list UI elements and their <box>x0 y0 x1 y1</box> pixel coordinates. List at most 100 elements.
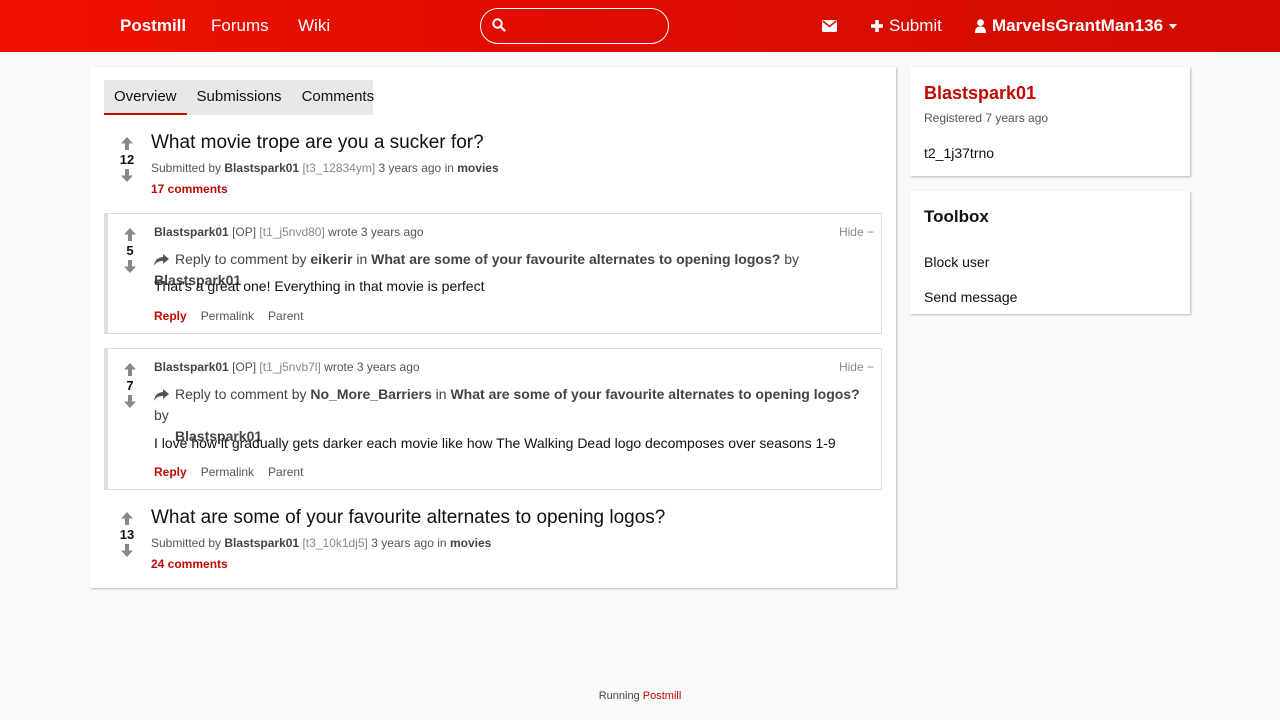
toolbox-card: Toolbox Block user Send message <box>910 191 1190 314</box>
registered-text: Registered 7 years ago <box>924 111 1049 125</box>
toolbox-title: Toolbox <box>924 207 989 226</box>
comments-link[interactable]: 24 comments <box>151 557 228 571</box>
op-badge: [OP] <box>232 360 257 374</box>
vote-widget: 5 <box>118 228 142 273</box>
vote-widget: 12 <box>115 137 139 182</box>
profile-tabs: Overview Submissions Comments <box>104 80 374 115</box>
caret-down-icon <box>1169 23 1178 29</box>
comment-header: Blastspark01 [OP] [t1_j5nvd80] wrote 3 y… <box>154 225 424 239</box>
comment-body: I love how it gradually gets darker each… <box>154 435 836 451</box>
search-icon <box>492 18 506 32</box>
downvote-arrow-icon[interactable] <box>124 395 136 408</box>
in-label: in <box>437 536 447 550</box>
score: 7 <box>126 378 134 393</box>
reply-prefix: Reply to comment by <box>175 386 307 402</box>
parent-link[interactable]: Parent <box>268 465 303 479</box>
by-label: by <box>154 407 169 423</box>
brand-link[interactable]: Postmill <box>120 16 186 36</box>
submission-meta: Submitted by Blastspark01 [t3_10k1dj5] 3… <box>151 536 491 550</box>
comment-id: [t1_j5nvd80] <box>259 225 325 239</box>
timestamp: wrote 3 years ago <box>324 360 420 374</box>
share-arrow-icon <box>154 389 169 401</box>
downvote-arrow-icon[interactable] <box>121 544 133 557</box>
post-title-link[interactable]: What are some of your favourite alternat… <box>371 251 780 267</box>
tab-comments[interactable]: Comments <box>292 80 385 115</box>
user-icon <box>975 19 986 33</box>
search-input[interactable] <box>513 15 663 37</box>
upvote-arrow-icon[interactable] <box>121 137 133 150</box>
plus-icon <box>871 20 883 32</box>
score: 13 <box>119 527 135 542</box>
comment-body: That’s a great one! Everything in that m… <box>154 278 485 294</box>
comment-header: Blastspark01 [OP] [t1_j5nvb7l] wrote 3 y… <box>154 360 420 374</box>
post-title-link[interactable]: What are some of your favourite alternat… <box>450 386 859 402</box>
score: 5 <box>126 243 134 258</box>
in-label: in <box>435 386 447 402</box>
author-link[interactable]: Blastspark01 <box>224 161 299 175</box>
send-message-link[interactable]: Send message <box>924 289 1017 305</box>
submission-id: [t3_10k1dj5] <box>302 536 368 550</box>
author-link[interactable]: Blastspark01 <box>154 360 229 374</box>
timestamp: wrote 3 years ago <box>328 225 424 239</box>
sidebar-username-link[interactable]: Blastspark01 <box>924 83 1036 104</box>
top-navbar: Postmill Forums Wiki Submit MarvelsGrant… <box>0 0 1280 52</box>
vote-widget: 13 <box>115 512 139 557</box>
by-label: by <box>784 251 799 267</box>
reply-button[interactable]: Reply <box>154 309 187 323</box>
replied-user-link[interactable]: No_More_Barriers <box>310 386 431 402</box>
downvote-arrow-icon[interactable] <box>124 260 136 273</box>
comment-actions: Reply Permalink Parent <box>154 309 303 323</box>
forum-link[interactable]: movies <box>457 161 498 175</box>
user-overview-panel: Overview Submissions Comments 12 What mo… <box>90 67 896 588</box>
submitted-by-label: Submitted by <box>151 161 222 175</box>
author-link[interactable]: Blastspark01 <box>154 225 229 239</box>
hide-comment-link[interactable]: Hide − <box>839 225 874 239</box>
parent-link[interactable]: Parent <box>268 309 303 323</box>
submission-title[interactable]: What are some of your favourite alternat… <box>151 507 665 529</box>
tab-submissions[interactable]: Submissions <box>187 80 292 115</box>
permalink-link[interactable]: Permalink <box>201 309 254 323</box>
submit-label: Submit <box>889 16 942 35</box>
vote-widget: 7 <box>118 363 142 408</box>
score: 12 <box>119 152 135 167</box>
submission-title[interactable]: What movie trope are you a sucker for? <box>151 132 484 154</box>
submit-link[interactable]: Submit <box>871 16 942 36</box>
comment-actions: Reply Permalink Parent <box>154 465 303 479</box>
timestamp: 3 years ago <box>371 536 434 550</box>
footer: Running Postmill <box>0 690 1280 702</box>
in-label: in <box>444 161 454 175</box>
footer-postmill-link[interactable]: Postmill <box>643 690 682 702</box>
upvote-arrow-icon[interactable] <box>121 512 133 525</box>
comments-link[interactable]: 17 comments <box>151 182 228 196</box>
user-info-card: Blastspark01 Registered 7 years ago t2_1… <box>910 67 1190 176</box>
downvote-arrow-icon[interactable] <box>121 169 133 182</box>
reply-prefix: Reply to comment by <box>175 251 307 267</box>
share-arrow-icon <box>154 254 169 266</box>
permalink-link[interactable]: Permalink <box>201 465 254 479</box>
nav-forums-link[interactable]: Forums <box>211 16 269 36</box>
user-id-text: t2_1j37trno <box>924 145 995 161</box>
replied-user-link[interactable]: eikerir <box>310 251 352 267</box>
block-user-link[interactable]: Block user <box>924 254 989 270</box>
comment-id: [t1_j5nvb7l] <box>259 360 321 374</box>
messages-link[interactable] <box>822 19 837 37</box>
hide-comment-link[interactable]: Hide − <box>839 360 874 374</box>
op-badge: [OP] <box>232 225 257 239</box>
user-menu-toggle[interactable]: MarvelsGrantMan136 <box>975 16 1178 36</box>
nav-wiki-link[interactable]: Wiki <box>298 16 330 36</box>
timestamp: 3 years ago <box>378 161 442 175</box>
envelope-icon <box>822 20 837 32</box>
forum-link[interactable]: movies <box>450 536 491 550</box>
author-link[interactable]: Blastspark01 <box>224 536 299 550</box>
upvote-arrow-icon[interactable] <box>124 228 136 241</box>
search-box[interactable] <box>480 8 669 44</box>
submitted-by-label: Submitted by <box>151 536 222 550</box>
tab-overview[interactable]: Overview <box>104 80 187 115</box>
submission-id: [t3_12834ym] <box>302 161 376 175</box>
username-label: MarvelsGrantMan136 <box>992 16 1164 35</box>
reply-button[interactable]: Reply <box>154 465 187 479</box>
in-label: in <box>356 251 368 267</box>
footer-running-text: Running <box>598 690 640 702</box>
upvote-arrow-icon[interactable] <box>124 363 136 376</box>
comment-item: 5 Blastspark01 [OP] [t1_j5nvd80] wrote 3… <box>104 213 882 334</box>
